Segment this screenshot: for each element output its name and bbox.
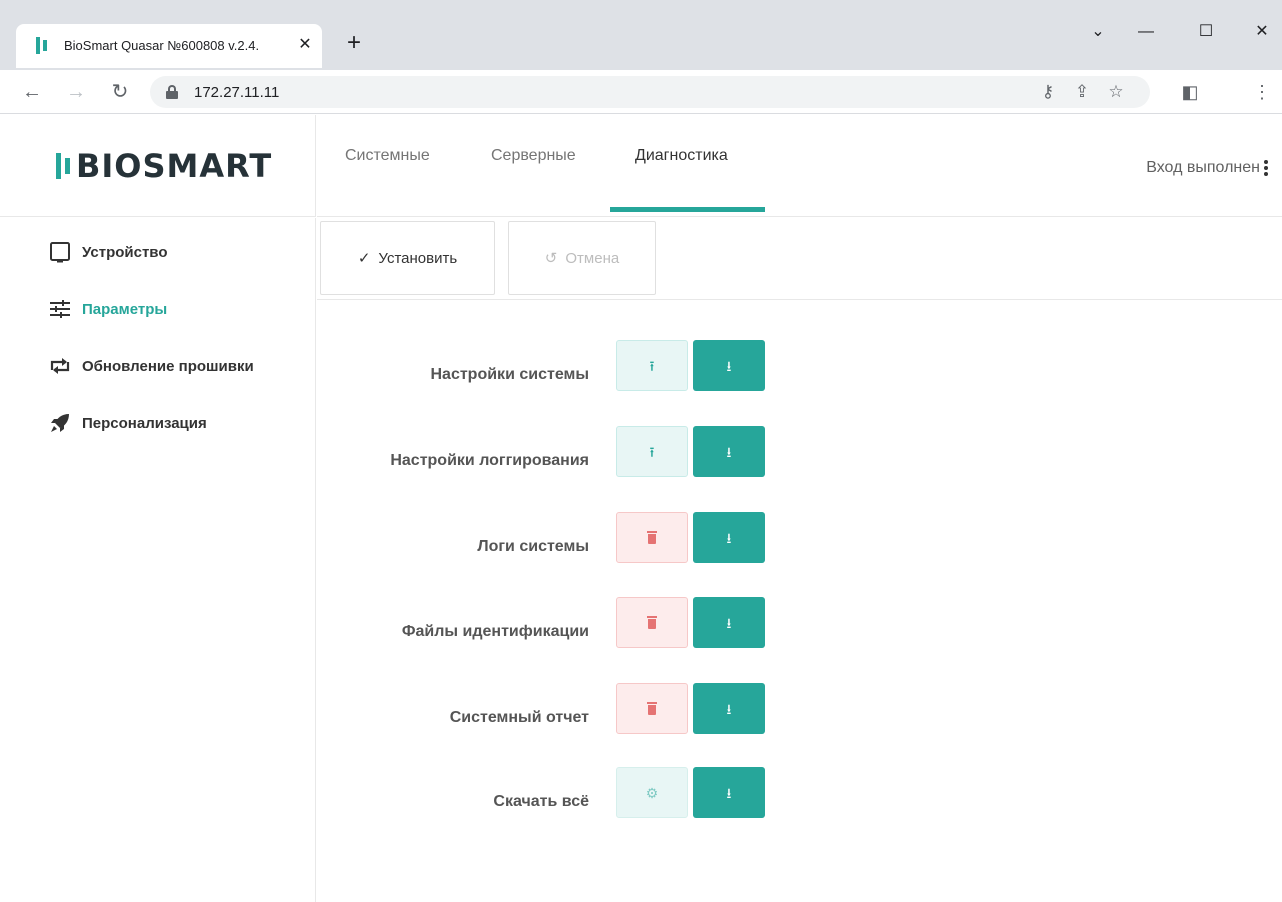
sidebar-item-label: Персонализация — [82, 414, 207, 432]
row-label: Настройки логгирования — [390, 452, 589, 469]
login-status[interactable]: Вход выполнен — [1146, 159, 1270, 177]
browser-titlebar: BioSmart Quasar №600808 v.2.4. ✕ + ⌄ — ☐… — [0, 0, 1282, 70]
download-icon: ⭳ — [726, 529, 732, 546]
share-icon[interactable]: ⇪ — [1068, 78, 1096, 106]
apply-button[interactable]: ✓ Установить — [320, 221, 495, 295]
download-icon: ⭳ — [726, 700, 732, 717]
undo-icon: ↺ — [544, 250, 558, 267]
diagnostics-panel: Настройки системы ⭱ ⭳ Настройки логгиров… — [317, 301, 1282, 902]
lock-icon[interactable] — [166, 85, 178, 99]
biosmart-logo: BIOSMART — [56, 147, 272, 185]
action-bar: ✓ Установить ↺ Отмена — [317, 218, 1282, 300]
check-icon: ✓ — [357, 250, 371, 267]
download-button[interactable]: ⭳ — [693, 426, 765, 477]
row-label: Настройки системы — [430, 366, 589, 383]
download-icon: ⭳ — [726, 614, 732, 631]
reload-icon[interactable]: ↻ — [106, 78, 134, 106]
row-label: Системный отчет — [449, 709, 589, 726]
browser-toolbar: ← → ↻ 172.27.11.11 ⚷ ⇪ ☆ ◧ ⋮ — [0, 70, 1282, 114]
address-bar[interactable]: 172.27.11.11 ⚷ ⇪ ☆ — [150, 76, 1150, 108]
settings-button[interactable]: ⚙ — [616, 767, 688, 818]
forward-icon[interactable]: → — [62, 78, 90, 106]
tab-title: BioSmart Quasar №600808 v.2.4. — [64, 38, 260, 53]
download-icon: ⭳ — [726, 784, 732, 801]
tab-system[interactable]: Системные — [345, 147, 430, 165]
tab-diagnostics[interactable]: Диагностика — [635, 147, 728, 165]
minimize-icon[interactable]: — — [1126, 18, 1166, 46]
key-icon[interactable]: ⚷ — [1034, 78, 1062, 106]
delete-button[interactable] — [616, 512, 688, 563]
active-tab-indicator — [610, 207, 765, 212]
sidebar-item-personalization[interactable]: Персонализация — [48, 410, 207, 436]
rocket-icon — [48, 411, 72, 435]
top-navigation: Системные Серверные Диагностика Вход вып… — [317, 115, 1282, 217]
cancel-button[interactable]: ↺ Отмена — [508, 221, 656, 295]
close-window-icon[interactable]: ✕ — [1242, 18, 1282, 46]
side-panel-icon[interactable]: ◧ — [1176, 78, 1204, 106]
delete-button[interactable] — [616, 597, 688, 648]
diagnostics-row-system-logs: Логи системы ⭳ — [317, 512, 777, 564]
tab-close-icon[interactable]: ✕ — [294, 34, 316, 56]
tablet-icon — [48, 240, 72, 264]
download-button[interactable]: ⭳ — [693, 340, 765, 391]
trash-icon — [647, 531, 657, 544]
sidebar-item-firmware-update[interactable]: Обновление прошивки — [48, 353, 254, 379]
logo-area: BIOSMART — [0, 115, 316, 217]
browser-tab[interactable]: BioSmart Quasar №600808 v.2.4. ✕ — [16, 24, 322, 68]
download-icon: ⭳ — [726, 357, 732, 374]
diagnostics-row-logging-settings: Настройки логгирования ⭱ ⭳ — [317, 426, 777, 478]
app: BIOSMART Системные Серверные Диагностика… — [0, 115, 1282, 902]
diagnostics-row-system-settings: Настройки системы ⭱ ⭳ — [317, 340, 777, 392]
url-text[interactable]: 172.27.11.11 — [194, 84, 279, 101]
sidebar-item-label: Параметры — [82, 300, 168, 318]
download-button[interactable]: ⭳ — [693, 683, 765, 734]
sidebar-item-parameters[interactable]: Параметры — [48, 296, 167, 322]
bookmark-star-icon[interactable]: ☆ — [1102, 78, 1130, 106]
delete-button[interactable] — [616, 683, 688, 734]
upload-icon: ⭱ — [649, 443, 655, 460]
upload-button[interactable]: ⭱ — [616, 340, 688, 391]
login-status-label: Вход выполнен — [1146, 159, 1260, 176]
gear-icon: ⚙ — [645, 784, 659, 801]
diagnostics-row-download-all: Скачать всё ⚙ ⭳ — [317, 767, 777, 819]
browser-menu-icon[interactable]: ⋮ — [1248, 78, 1276, 106]
maximize-icon[interactable]: ☐ — [1186, 18, 1226, 46]
row-label: Логи системы — [477, 538, 589, 555]
download-icon: ⭳ — [726, 443, 732, 460]
apply-button-label: Установить — [378, 249, 458, 267]
diagnostics-row-system-report: Системный отчет ⭳ — [317, 683, 777, 735]
back-icon[interactable]: ← — [18, 78, 46, 106]
row-label: Файлы идентификации — [401, 623, 589, 640]
sidebar-item-device[interactable]: Устройство — [48, 239, 168, 265]
sidebar: Устройство Параметры Обновление прошивки… — [0, 218, 316, 902]
more-vert-icon[interactable] — [1264, 160, 1270, 176]
sidebar-item-label: Обновление прошивки — [82, 357, 254, 375]
cancel-button-label: Отмена — [565, 249, 620, 267]
download-button[interactable]: ⭳ — [693, 597, 765, 648]
sliders-icon — [48, 297, 72, 321]
trash-icon — [647, 616, 657, 629]
biosmart-favicon-icon — [36, 37, 52, 54]
update-arrows-icon — [48, 354, 72, 378]
tab-search-icon[interactable]: ⌄ — [1078, 18, 1118, 46]
download-button[interactable]: ⭳ — [693, 767, 765, 818]
trash-icon — [647, 702, 657, 715]
diagnostics-row-identification-files: Файлы идентификации ⭳ — [317, 597, 777, 649]
upload-icon: ⭱ — [649, 357, 655, 374]
download-button[interactable]: ⭳ — [693, 512, 765, 563]
row-label: Скачать всё — [493, 793, 589, 810]
upload-button[interactable]: ⭱ — [616, 426, 688, 477]
tab-server[interactable]: Серверные — [491, 147, 576, 165]
new-tab-icon[interactable]: + — [340, 30, 368, 58]
sidebar-item-label: Устройство — [82, 243, 168, 261]
